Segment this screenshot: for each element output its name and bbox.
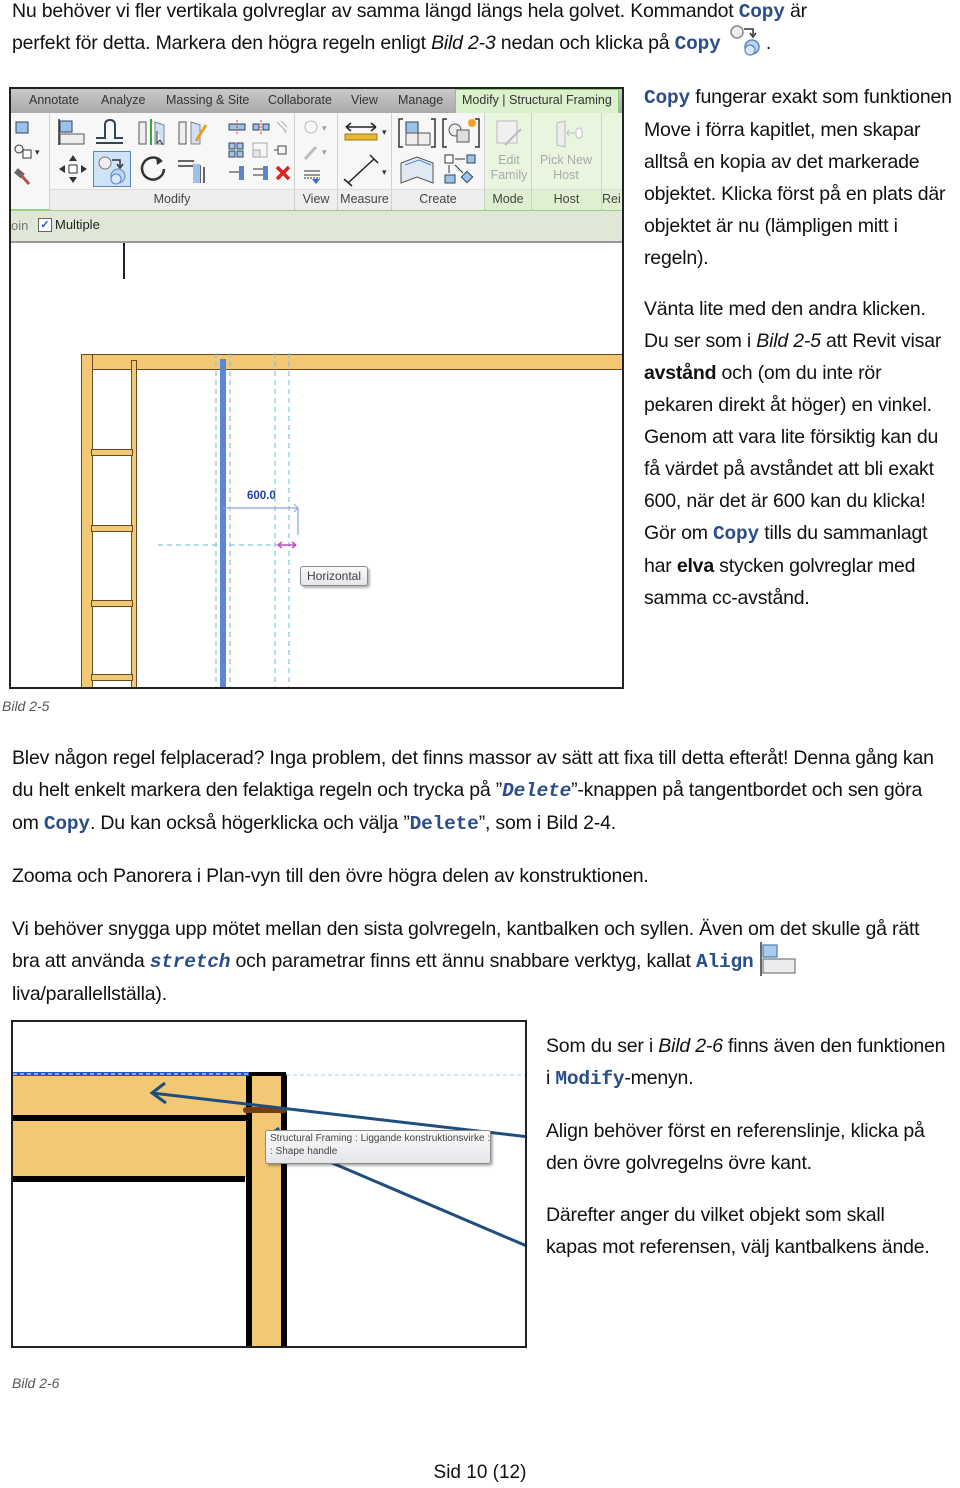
- ribbon: ▾ × ▾ ▾ ▾ ▾ Edit Family Pick New Host Mo…: [11, 113, 622, 211]
- figure-2-6-screenshot[interactable]: Structural Framing : Liggande konstrukti…: [11, 1020, 527, 1348]
- align-icon: [759, 941, 799, 976]
- panel-label-reinforcement: Rei: [602, 189, 622, 210]
- edit-family-icon[interactable]: [493, 119, 525, 149]
- tab-collaborate[interactable]: Collaborate: [268, 93, 332, 107]
- modify-command: Modify: [555, 1068, 625, 1090]
- aligned-dimension-icon[interactable]: ▾: [342, 153, 390, 187]
- ribbon-tabs: Annotate Analyze Massing & Site Collabor…: [11, 89, 622, 113]
- measure-between-icon[interactable]: ▾: [342, 119, 390, 147]
- create-assembly-icon[interactable]: [441, 153, 481, 187]
- options-partial-label: oin: [11, 218, 29, 233]
- tab-modify-structural-framing[interactable]: Modify | Structural Framing: [455, 89, 619, 113]
- copy-command: Copy: [674, 33, 721, 55]
- body-paragraph-3: Vi behöver snygga upp mötet mellan den s…: [12, 918, 920, 1005]
- split-with-gap-icon[interactable]: [251, 119, 271, 135]
- scale-icon[interactable]: [251, 141, 271, 159]
- side-paragraph-4: Align behöver först en referenslinje, kl…: [546, 1120, 925, 1174]
- array-icon[interactable]: [227, 141, 247, 159]
- delete-command: Delete: [409, 813, 479, 835]
- body-paragraph-1: Blev någon regel felplacerad? Inga probl…: [12, 747, 934, 835]
- copy-guides: [158, 353, 299, 687]
- side-paragraph-3: Som du ser i Bild 2-6 finns även den fun…: [546, 1035, 946, 1090]
- paintbrush-icon[interactable]: ▾: [302, 143, 334, 163]
- svg-text:▾: ▾: [382, 167, 387, 177]
- align-tool-icon[interactable]: [56, 117, 88, 147]
- mirror-pick-axis-icon[interactable]: [136, 117, 170, 147]
- copy-command: Copy: [644, 87, 691, 109]
- copy-icon: [726, 25, 766, 58]
- svg-text:×: ×: [283, 127, 288, 136]
- tab-view[interactable]: View: [351, 93, 378, 107]
- edit-family-label[interactable]: Edit Family: [487, 153, 531, 183]
- panel-label-measure: Measure: [338, 189, 391, 210]
- top-joist: [13, 1074, 249, 1120]
- tab-analyze[interactable]: Analyze: [101, 93, 145, 107]
- panel-label-host: Host: [532, 189, 601, 210]
- vertical-beam: [249, 1074, 285, 1346]
- pick-new-host-label[interactable]: Pick New Host: [535, 153, 597, 183]
- move-tool-icon[interactable]: [57, 153, 89, 185]
- multiple-checkbox[interactable]: ✓: [38, 218, 52, 232]
- paint-icon[interactable]: [13, 119, 33, 137]
- demolish-icon[interactable]: [13, 167, 33, 187]
- join-icon[interactable]: ▾: [13, 143, 41, 161]
- svg-text:▾: ▾: [322, 147, 327, 157]
- intro-line-2: perfekt för detta. Markera den högra reg…: [12, 25, 952, 60]
- dimension-label: 600.0: [247, 490, 276, 502]
- selected-joist: [220, 359, 226, 687]
- side-paragraph-2: Vänta lite med den andra klicken. Du ser…: [644, 298, 942, 609]
- figure-caption-2-5: Bild 2-5: [2, 698, 50, 714]
- trim-extend-icon[interactable]: [176, 153, 210, 185]
- delete-icon[interactable]: [274, 164, 292, 182]
- unpin-icon[interactable]: ×: [273, 118, 291, 136]
- body-paragraph-2: Zooma och Panorera i Plan-vyn till den ö…: [12, 865, 649, 887]
- mirror-draw-axis-icon[interactable]: [176, 117, 210, 147]
- offset-tool-icon[interactable]: [93, 117, 127, 147]
- element-tooltip: Structural Framing : Liggande konstrukti…: [265, 1130, 491, 1164]
- split-element-icon[interactable]: [227, 119, 247, 135]
- tab-annotate[interactable]: Annotate: [29, 93, 79, 107]
- tab-manage[interactable]: Manage: [398, 93, 443, 107]
- delete-key: Delete: [502, 780, 572, 802]
- copy-tool-icon: [98, 156, 126, 185]
- options-bar: oin ✓ Multiple: [11, 211, 622, 243]
- rotate-tool-icon[interactable]: [137, 153, 169, 185]
- intro-line-1: Nu behöver vi fler vertikala golvreglar …: [12, 0, 807, 23]
- svg-text:▾: ▾: [382, 127, 387, 137]
- page-number: Sid 10 (12): [433, 1462, 527, 1483]
- panel-label-modify: Modify: [50, 189, 294, 210]
- linework-icon[interactable]: [302, 167, 326, 185]
- panel-label-mode: Mode: [485, 189, 531, 210]
- create-group-icon[interactable]: [397, 117, 437, 149]
- copy-tool-button-selected[interactable]: [93, 151, 131, 187]
- multiple-checkbox-label: Multiple: [55, 217, 100, 232]
- snap-tooltip: Horizontal: [300, 566, 369, 586]
- edge-beam-upper: [13, 1120, 249, 1178]
- trim-multiple-icon[interactable]: [251, 163, 271, 183]
- copy-command: Copy: [713, 523, 760, 545]
- panel-label-view: View: [295, 189, 337, 210]
- stretch-command: stretch: [149, 951, 231, 973]
- create-similar-icon[interactable]: [441, 117, 481, 149]
- panel-label-create: Create: [392, 189, 484, 210]
- svg-text:▾: ▾: [35, 147, 40, 157]
- lightbulb-icon[interactable]: ▾: [302, 119, 334, 139]
- svg-text:▾: ▾: [322, 123, 327, 133]
- trim-single-icon[interactable]: [227, 163, 247, 183]
- figure-caption-2-6: Bild 2-6: [12, 1375, 60, 1391]
- align-drawing: [13, 1072, 525, 1346]
- pin-icon[interactable]: [273, 141, 291, 159]
- copy-command: Copy: [43, 813, 90, 835]
- tab-massing-site[interactable]: Massing & Site: [166, 93, 249, 107]
- pick-new-host-icon[interactable]: [551, 119, 585, 149]
- side-paragraph-1: Copy fungerar exakt som funktionen Move …: [644, 86, 952, 269]
- figure-2-5-screenshot: Annotate Analyze Massing & Site Collabor…: [9, 87, 624, 689]
- align-command: Align: [696, 951, 754, 973]
- side-paragraph-5: Därefter anger du vilket objekt som skal…: [546, 1204, 930, 1258]
- create-parts-icon[interactable]: [397, 153, 437, 187]
- drawing-area[interactable]: 600.0 Horizontal: [11, 243, 622, 687]
